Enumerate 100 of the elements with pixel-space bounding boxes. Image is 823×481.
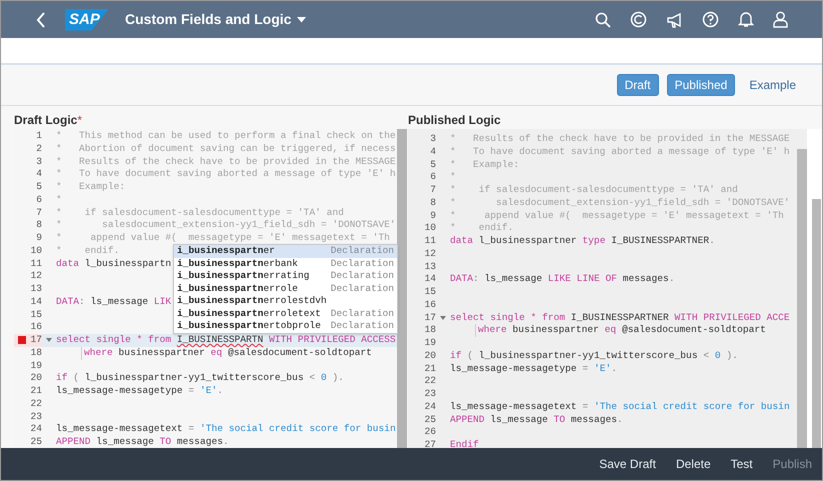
line-number: 20 <box>424 348 436 363</box>
code-line: * This method can be used to perform a final check on the <box>56 130 396 143</box>
suggestion-item[interactable]: i_businesspartnerbank Declaration <box>174 258 397 270</box>
line-number: 9 <box>36 231 42 246</box>
code-line: * Results of the check have to be provided in the MESSAGE <box>56 156 396 168</box>
notification-bell-icon[interactable] <box>738 11 754 28</box>
code-line: * Results of the check have to be provided in the MESSAGE <box>450 133 790 146</box>
line-number: 19 <box>424 336 436 350</box>
user-icon[interactable] <box>773 11 788 28</box>
suggestion-name: i_businesspartnerroletext <box>177 306 321 321</box>
code-line: DATA: ls_message LIK <box>56 296 172 308</box>
line-number: 21 <box>30 384 42 398</box>
footer-button[interactable]: Save Draft <box>599 455 656 473</box>
line-number: 10 <box>424 221 436 236</box>
code-line: * endif. <box>56 244 120 258</box>
code-line: * salesdocument_extension-yy1_field_sdh = 'DONOTSAVE' <box>56 219 396 232</box>
suggestion-name: i_businesspartner <box>177 244 275 258</box>
line-number: 9 <box>430 208 436 223</box>
example-link[interactable]: Example <box>743 74 802 96</box>
line-number: 23 <box>424 387 436 402</box>
footer-button[interactable]: Delete <box>676 455 711 473</box>
sap-logo: SAP <box>65 8 109 30</box>
fold-caret-icon[interactable] <box>440 316 446 320</box>
line-number: 5 <box>430 158 436 172</box>
line-number: 27 <box>424 438 436 448</box>
line-number: 11 <box>424 234 436 248</box>
suggestion-item[interactable]: i_businesspartnerrating Declaration <box>174 270 397 282</box>
suggestion-item[interactable]: i_businesspartner Declaration <box>174 245 397 258</box>
line-number: 14 <box>424 272 436 286</box>
draft-logic-title: Draft Logic <box>14 112 78 128</box>
line-number: 21 <box>424 362 436 376</box>
code-line: data l_businesspartn <box>56 258 172 270</box>
suggestion-item[interactable]: i_businesspartnerrole Declaration <box>174 282 397 295</box>
line-number: 1 <box>36 129 42 144</box>
code-line: APPEND ls_message TO messages. <box>56 436 229 448</box>
page-scrollbar[interactable] <box>812 199 821 448</box>
line-number: 16 <box>30 320 42 334</box>
search-icon[interactable] <box>595 12 611 28</box>
footer-button[interactable]: Test <box>730 455 753 473</box>
line-number: 17 <box>424 310 436 325</box>
suggestion-name: i_businesspartnerbank <box>177 256 298 271</box>
line-number: 18 <box>30 346 42 360</box>
line-number: 13 <box>424 260 436 274</box>
line-number: 6 <box>430 170 436 184</box>
line-number: 12 <box>424 246 436 261</box>
line-number: 8 <box>36 218 42 232</box>
line-number: 4 <box>36 167 42 182</box>
suggestion-item[interactable]: i_businesspartnerroletext Declaration <box>174 308 397 320</box>
line-number: 6 <box>36 192 42 207</box>
megaphone-icon[interactable] <box>666 12 683 28</box>
code-line: if ( l_businesspartner-yy1_twitterscore_bus < 0 ). <box>56 372 344 385</box>
scrollbar[interactable] <box>397 129 407 448</box>
suggestion-type: Declaration <box>330 256 394 271</box>
app-title-menu[interactable]: Custom Fields and Logic <box>125 9 306 30</box>
line-number: 8 <box>430 196 436 210</box>
line-number: 26 <box>424 425 436 440</box>
code-line: * append value #( messagetype = 'E' messagetext = 'Th <box>56 232 390 245</box>
code-line: * <box>450 171 456 184</box>
suggestion-type: Declaration <box>330 282 394 296</box>
line-number: 22 <box>424 374 436 388</box>
line-number: 18 <box>424 323 436 338</box>
code-line: * endif. <box>450 222 514 235</box>
suggestion-type: Declaration <box>330 319 394 334</box>
code-line: data l_businesspartner type I_BUSINESSPARTNER. <box>450 235 715 248</box>
code-line: * To have document saving aborted a message of type 'E' h <box>56 168 396 181</box>
caret-icon <box>297 16 306 22</box>
line-number: 25 <box>424 412 436 427</box>
suggestion-name: i_businesspartnerrating <box>177 269 310 284</box>
suggestion-item[interactable]: i_businesspartnertobprole Declaration <box>174 320 397 332</box>
line-number: 12 <box>30 269 42 284</box>
code-line: ls_message-messagetext = 'The social credit score for busin <box>450 400 790 414</box>
required-mark: * <box>77 112 82 128</box>
suggestion-item[interactable]: i_businesspartnerrolestdvh <box>174 295 397 308</box>
code-line: ls_message-messagetype = 'E'. <box>450 362 617 376</box>
line-number: 7 <box>36 206 42 220</box>
breakpoint-marker[interactable] <box>18 336 26 344</box>
help-icon[interactable] <box>702 11 719 28</box>
code-line: * if salesdocument-salesdocumenttype = 'TA' and <box>450 184 738 197</box>
suggestion-type: Declaration <box>330 269 394 284</box>
line-number: 25 <box>30 435 42 448</box>
back-icon <box>36 12 46 28</box>
code-line: * salesdocument_extension-yy1_field_sdh = 'DONOTSAVE' <box>450 196 790 210</box>
line-number: 7 <box>430 183 436 198</box>
published-logic-title: Published Logic <box>408 112 501 128</box>
line-number: 23 <box>30 410 42 424</box>
code-line: * To have document saving aborted a message of type 'E' h <box>450 146 790 158</box>
line-number: 24 <box>424 400 436 414</box>
line-number: 13 <box>30 282 42 296</box>
fold-caret-icon[interactable] <box>46 338 52 342</box>
code-line: select single * from I_BUSINESSPARTN WITH PRIVILEGED ACCESS <box>56 334 396 347</box>
code-line: Endif <box>450 439 479 448</box>
scrollbar[interactable] <box>797 149 807 448</box>
line-number: 3 <box>36 154 42 169</box>
code-line: APPEND ls_message TO messages. <box>450 414 623 426</box>
line-number: 4 <box>430 144 436 159</box>
code-line: * Abortion of document saving can be triggered, if necess <box>56 142 396 156</box>
code-line: where businesspartner eq @salesdocument-soldtopart <box>450 324 766 337</box>
line-number: 15 <box>424 285 436 300</box>
code-line: if ( l_businesspartner-yy1_twitterscore_bus < 0 ). <box>450 350 738 362</box>
line-number: 2 <box>36 142 42 156</box>
